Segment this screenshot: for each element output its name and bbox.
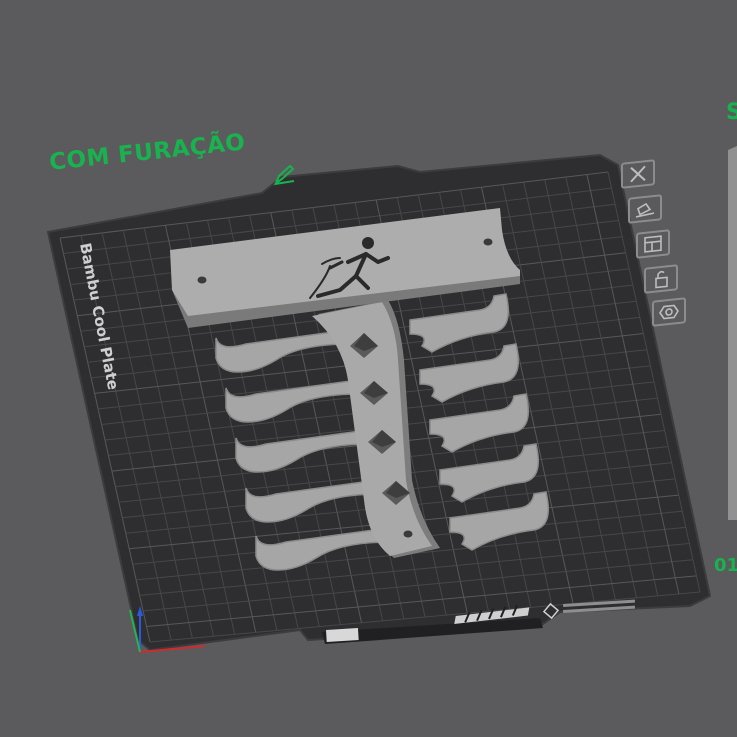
- close-icon: [630, 165, 646, 183]
- unlock-icon: [655, 270, 668, 289]
- plate-number-fragment: 01: [714, 555, 737, 576]
- auto-orient-button[interactable]: [628, 194, 662, 224]
- orient-icon: [635, 202, 655, 218]
- arrange-button[interactable]: [636, 229, 670, 259]
- next-plate-title-fragment: S: [726, 100, 737, 125]
- arrange-icon: [644, 235, 662, 253]
- pencil-icon[interactable]: [272, 163, 296, 187]
- adjacent-plate-edge: [728, 146, 737, 520]
- plate-settings-button[interactable]: [652, 297, 686, 327]
- gear-hex-icon: [659, 304, 679, 320]
- lock-plate-button[interactable]: [644, 264, 678, 294]
- close-plate-button[interactable]: [621, 159, 655, 189]
- 3d-viewport[interactable]: Bambu Cool Plate: [0, 0, 737, 737]
